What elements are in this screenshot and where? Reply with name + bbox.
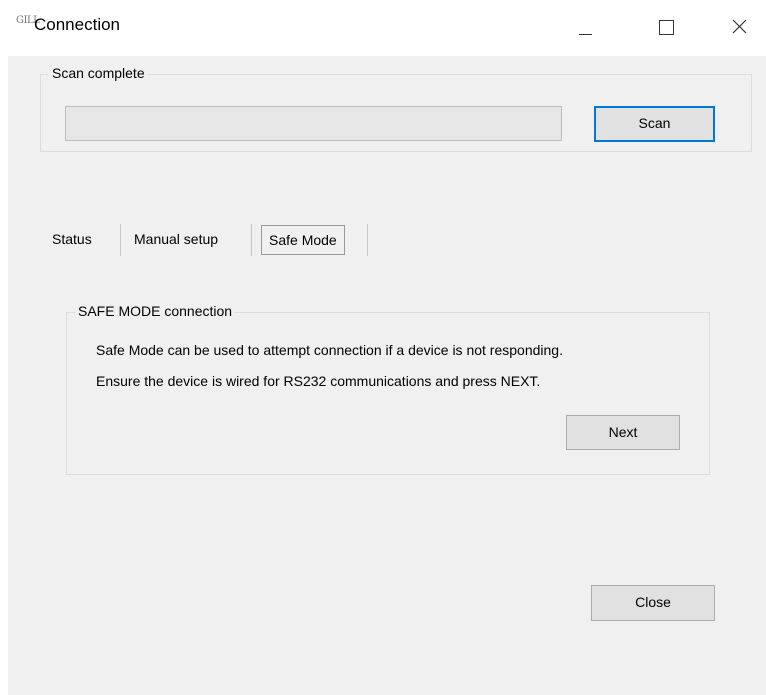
next-button[interactable]: Next xyxy=(566,415,680,450)
tab-divider xyxy=(251,224,252,256)
scan-groupbox: Scan complete Scan xyxy=(40,65,752,152)
safe-mode-groupbox: SAFE MODE connection Safe Mode can be us… xyxy=(66,303,710,475)
tab-manual-setup[interactable]: Manual setup xyxy=(134,222,218,256)
tab-status[interactable]: Status xyxy=(52,222,92,256)
scan-status-label: Scan complete xyxy=(49,65,148,81)
scan-button[interactable]: Scan xyxy=(594,106,715,142)
maximize-button[interactable] xyxy=(642,0,698,56)
tab-safe-mode[interactable]: Safe Mode xyxy=(261,225,345,255)
close-window-button[interactable] xyxy=(710,0,766,56)
close-icon xyxy=(732,19,747,34)
scan-progress-bar xyxy=(65,106,562,141)
safe-mode-instruction: Ensure the device is wired for RS232 com… xyxy=(96,373,541,389)
close-button[interactable]: Close xyxy=(591,585,715,621)
minimize-button[interactable] xyxy=(554,0,610,56)
safe-mode-group-label: SAFE MODE connection xyxy=(75,303,236,319)
client-area: Scan complete Scan Status Manual setup S… xyxy=(8,56,766,695)
tab-divider xyxy=(120,224,121,256)
connection-window: GILL Connection Scan complete Scan Statu… xyxy=(0,0,766,695)
window-title: Connection xyxy=(34,15,121,34)
tab-divider xyxy=(367,224,368,256)
title-bar[interactable]: GILL Connection xyxy=(0,0,766,56)
safe-mode-description: Safe Mode can be used to attempt connect… xyxy=(96,342,563,358)
